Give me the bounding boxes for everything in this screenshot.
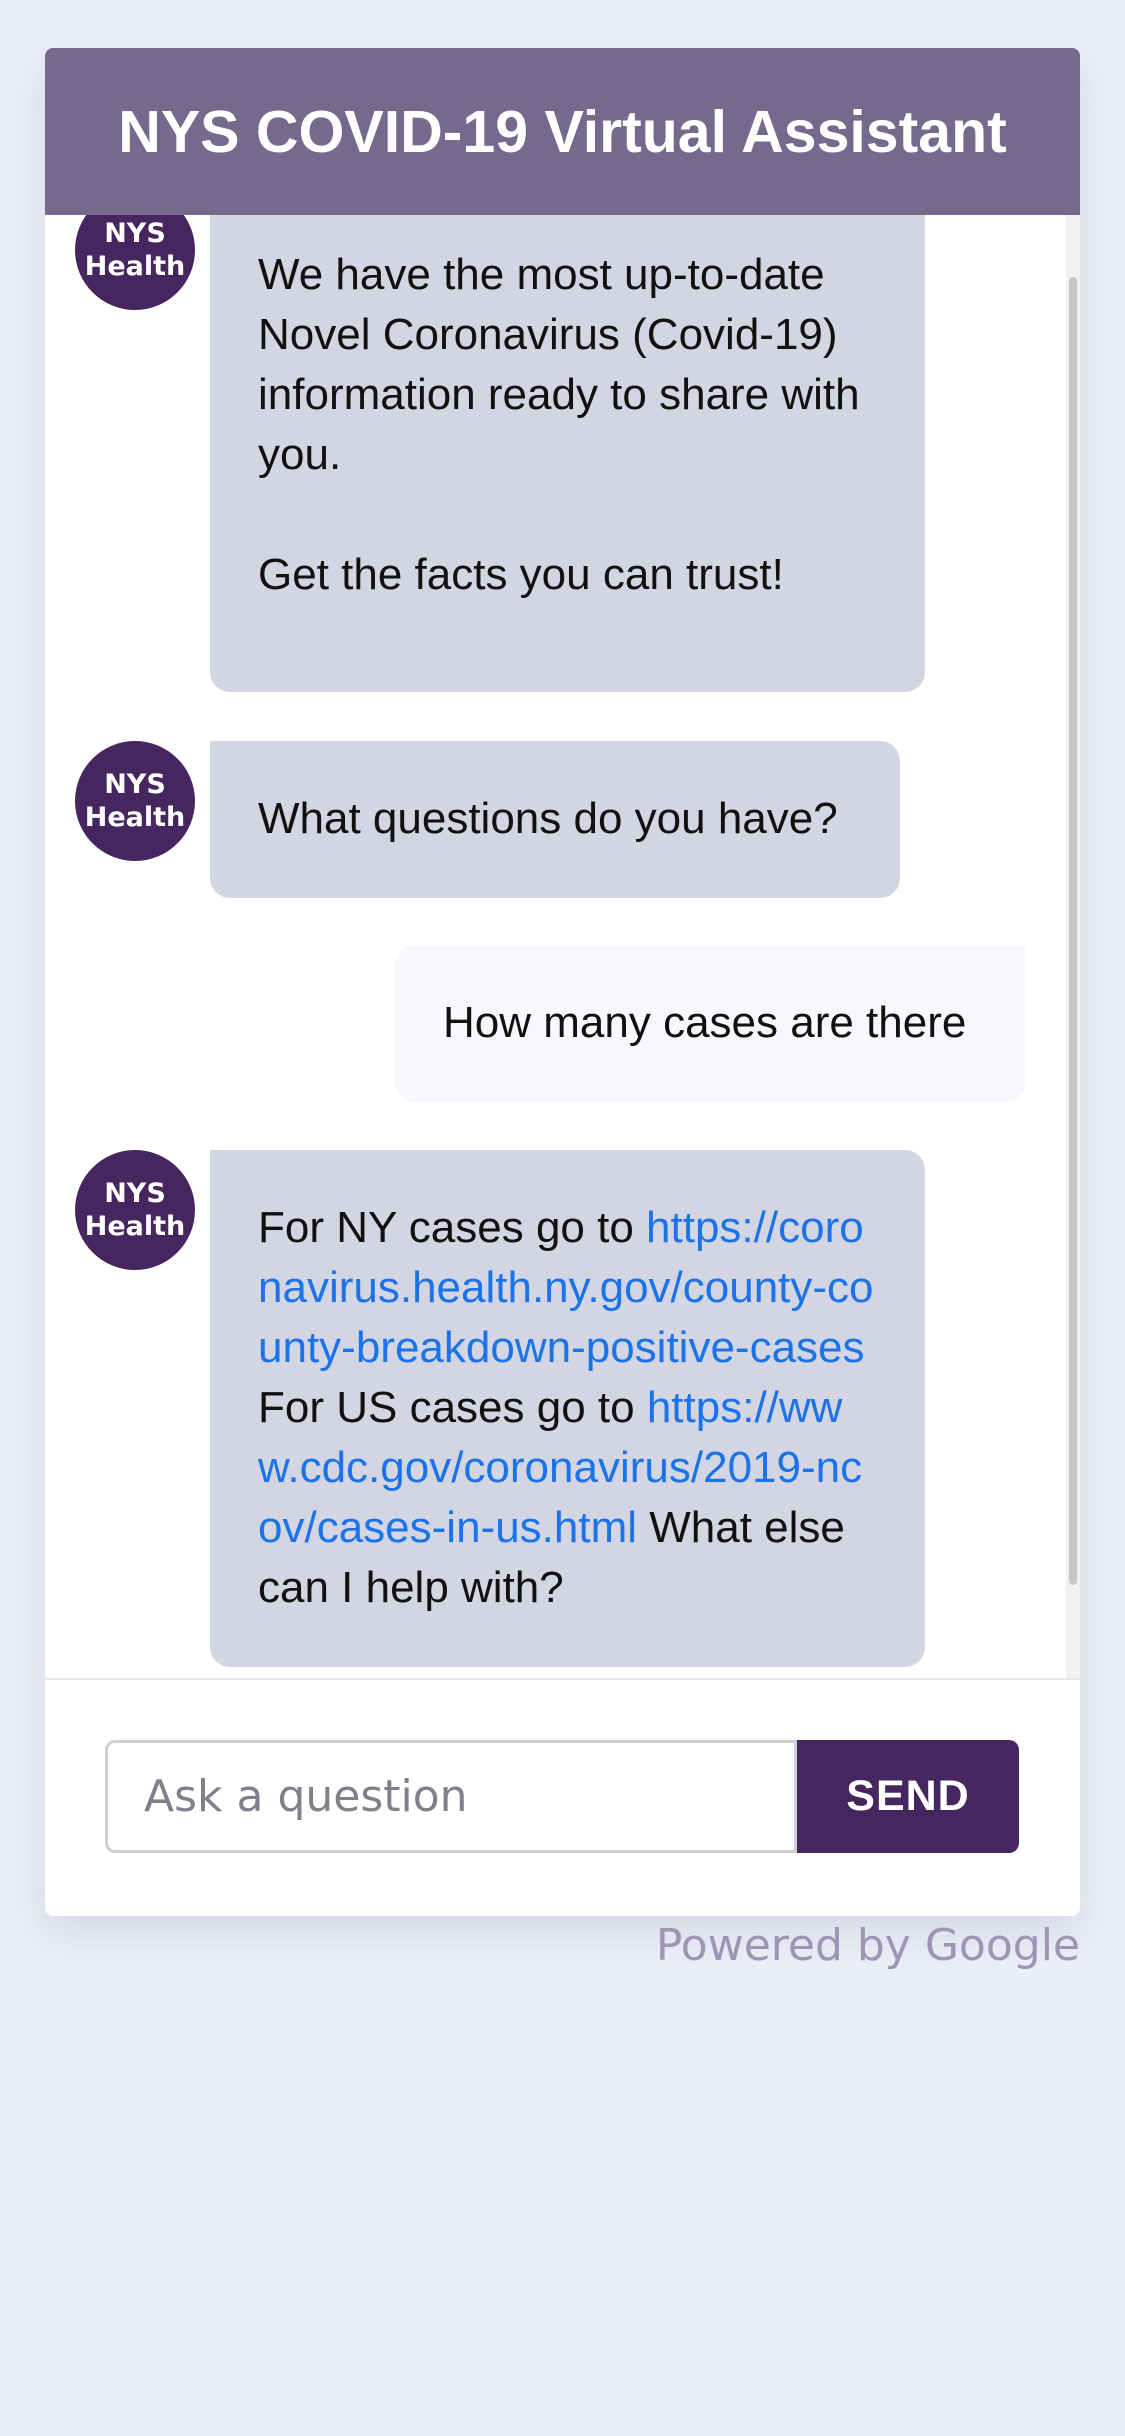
avatar-line-2: Health — [84, 251, 186, 282]
avatar-line-2: Health — [84, 1211, 186, 1242]
chat-title: NYS COVID-19 Virtual Assistant — [118, 98, 1007, 165]
send-button[interactable]: SEND — [797, 1740, 1019, 1853]
nys-health-avatar: NYS Health — [75, 1150, 195, 1270]
avatar-line-1: NYS — [104, 1178, 166, 1209]
bot-message-text: What questions do you have? — [258, 794, 838, 843]
composer: SEND — [45, 1678, 1080, 1916]
nys-health-avatar: NYS Health — [75, 741, 195, 861]
bot-message-text: For NY cases go to — [258, 1203, 647, 1252]
avatar-line-2: Health — [84, 802, 186, 833]
chat-header: NYS COVID-19 Virtual Assistant — [45, 48, 1080, 215]
user-message: How many cases are there — [395, 945, 1026, 1102]
scrollbar-thumb[interactable] — [1069, 277, 1077, 1585]
bot-message-text: Get the facts you can trust! — [258, 550, 784, 599]
chat-widget: NYS COVID-19 Virtual Assistant NYS Healt… — [45, 48, 1080, 1916]
bot-message-text: We have the most up-to-date Novel Corona… — [258, 250, 860, 479]
bot-message: We have the most up-to-date Novel Corona… — [210, 215, 925, 692]
message-list[interactable]: NYS Health We have the most up-to-date N… — [45, 215, 1080, 1728]
bot-message: What questions do you have? — [210, 741, 900, 898]
powered-by-label: Powered by Google — [655, 1920, 1080, 1971]
question-input[interactable] — [105, 1740, 797, 1853]
avatar-line-1: NYS — [104, 218, 166, 249]
avatar-line-1: NYS — [104, 769, 166, 800]
bot-message-text: For US cases go to — [258, 1383, 647, 1432]
nys-health-avatar: NYS Health — [75, 215, 195, 310]
user-message-text: How many cases are there — [443, 998, 967, 1047]
bot-message: For NY cases go to https://coronavirus.h… — [210, 1150, 925, 1667]
scrollbar[interactable] — [1066, 215, 1080, 1728]
